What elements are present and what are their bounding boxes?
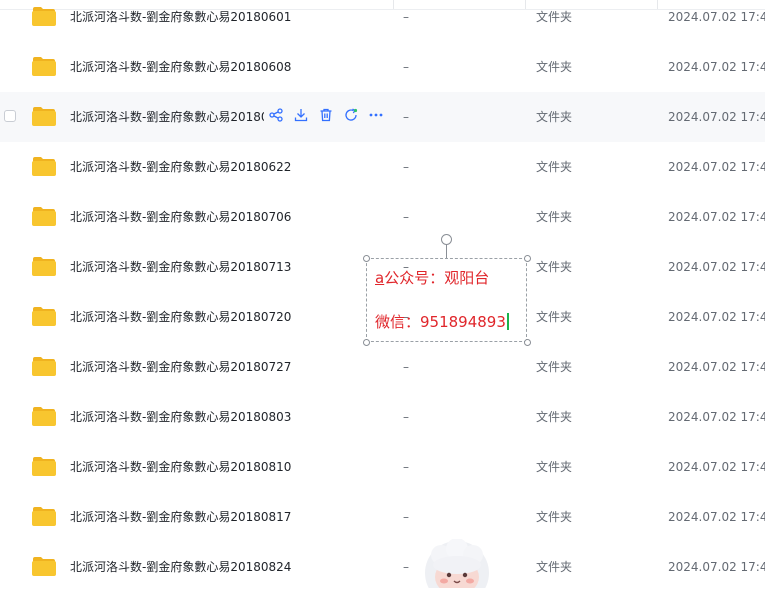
file-size: –: [403, 110, 409, 124]
file-size: –: [403, 560, 409, 574]
file-modified: 2024.07.02 17:47: [668, 560, 765, 574]
folder-icon: [31, 55, 57, 77]
file-name[interactable]: 北派河洛斗数-劉金府象數心易20180817: [70, 508, 291, 526]
file-row[interactable]: 北派河洛斗数-劉金府象數心易20180615 – 文件夹 2024.07.02 17:…: [0, 92, 765, 142]
file-size: –: [403, 10, 409, 24]
more-icon[interactable]: [367, 106, 385, 124]
folder-icon: [31, 555, 57, 577]
watermark-line-2[interactable]: 微信：951894893: [375, 312, 509, 332]
file-type: 文件夹: [536, 360, 573, 374]
file-type: 文件夹: [536, 560, 573, 574]
rotate-handle[interactable]: [441, 234, 452, 245]
file-name[interactable]: 北派河洛斗数-劉金府象數心易20180803: [70, 408, 291, 426]
file-row[interactable]: 北派河洛斗数-劉金府象數心易20180803 – 文件夹 2024.07.02 17:…: [0, 392, 765, 442]
file-row[interactable]: 北派河洛斗数-劉金府象數心易20180824 – 文件夹 2024.07.02 17:…: [0, 542, 765, 592]
file-size: –: [403, 460, 409, 474]
file-type: 文件夹: [536, 510, 573, 524]
file-modified: 2024.07.02 17:47: [668, 410, 765, 424]
folder-icon: [31, 5, 57, 27]
file-row[interactable]: 北派河洛斗数-劉金府象數心易20180622 – 文件夹 2024.07.02 17:…: [0, 142, 765, 192]
file-type: 文件夹: [536, 160, 573, 174]
file-modified: 2024.07.02 17:47: [668, 160, 765, 174]
file-type: 文件夹: [536, 110, 573, 124]
row-actions: [267, 106, 392, 124]
file-size: –: [403, 360, 409, 374]
row-checkbox[interactable]: [4, 110, 16, 122]
resize-handle-top-left[interactable]: [363, 255, 370, 262]
file-row[interactable]: 北派河洛斗数-劉金府象數心易20180706 – 文件夹 2024.07.02 17:…: [0, 192, 765, 242]
file-name[interactable]: 北派河洛斗数-劉金府象數心易20180608: [70, 58, 291, 76]
file-modified: 2024.07.02 17:47: [668, 360, 765, 374]
file-type: 文件夹: [536, 210, 573, 224]
file-name[interactable]: 北派河洛斗数-劉金府象數心易20180615: [70, 108, 264, 126]
assistant-mascot-icon[interactable]: [423, 539, 491, 588]
file-row[interactable]: 北派河洛斗数-劉金府象數心易20180810 – 文件夹 2024.07.02 17:…: [0, 442, 765, 492]
share-icon[interactable]: [267, 106, 285, 124]
file-type: 文件夹: [536, 310, 573, 324]
refresh-icon[interactable]: [342, 106, 360, 124]
file-type: 文件夹: [536, 10, 573, 24]
file-type: 文件夹: [536, 260, 573, 274]
file-size: –: [403, 60, 409, 74]
file-size: –: [403, 410, 409, 424]
file-row[interactable]: 北派河洛斗数-劉金府象數心易20180608 – 文件夹 2024.07.02 17:…: [0, 42, 765, 92]
file-row[interactable]: 北派河洛斗数-劉金府象數心易20180727 – 文件夹 2024.07.02 17:…: [0, 342, 765, 392]
file-modified: 2024.07.02 17:47: [668, 460, 765, 474]
file-modified: 2024.07.02 17:47: [668, 110, 765, 124]
file-modified: 2024.07.02 17:47: [668, 260, 765, 274]
folder-icon: [31, 355, 57, 377]
watermark-line-2-text: 微信：951894893: [375, 313, 506, 331]
file-size: –: [403, 210, 409, 224]
file-type: 文件夹: [536, 460, 573, 474]
file-name[interactable]: 北派河洛斗数-劉金府象數心易20180810: [70, 458, 291, 476]
file-name[interactable]: 北派河洛斗数-劉金府象數心易20180720: [70, 308, 291, 326]
file-modified: 2024.07.02 17:47: [668, 60, 765, 74]
file-type: 文件夹: [536, 410, 573, 424]
folder-icon: [31, 155, 57, 177]
resize-handle-top-right[interactable]: [524, 255, 531, 262]
rotate-line: [446, 244, 447, 258]
file-modified: 2024.07.02 17:47: [668, 10, 765, 24]
folder-icon: [31, 505, 57, 527]
file-modified: 2024.07.02 17:47: [668, 310, 765, 324]
resize-handle-bottom-left[interactable]: [363, 339, 370, 346]
folder-icon: [31, 305, 57, 327]
file-name[interactable]: 北派河洛斗数-劉金府象數心易20180713: [70, 258, 291, 276]
file-size: –: [403, 510, 409, 524]
file-row[interactable]: 北派河洛斗数-劉金府象數心易20180601 – 文件夹 2024.07.02 17:…: [0, 0, 765, 42]
file-size: –: [403, 160, 409, 174]
folder-icon: [31, 255, 57, 277]
download-icon[interactable]: [292, 106, 310, 124]
delete-icon[interactable]: [317, 106, 335, 124]
file-row[interactable]: 北派河洛斗数-劉金府象數心易20180817 – 文件夹 2024.07.02 17:…: [0, 492, 765, 542]
resize-handle-bottom-right[interactable]: [524, 339, 531, 346]
watermark-line-1-rest: 公众号：观阳台: [384, 269, 490, 287]
file-name[interactable]: 北派河洛斗数-劉金府象數心易20180706: [70, 208, 291, 226]
file-type: 文件夹: [536, 60, 573, 74]
file-name[interactable]: 北派河洛斗数-劉金府象數心易20180824: [70, 558, 291, 576]
file-name[interactable]: 北派河洛斗数-劉金府象數心易20180727: [70, 358, 291, 376]
file-modified: 2024.07.02 17:47: [668, 510, 765, 524]
folder-icon: [31, 405, 57, 427]
watermark-line-1[interactable]: a公众号：观阳台: [375, 268, 489, 288]
file-modified: 2024.07.02 17:47: [668, 210, 765, 224]
file-name[interactable]: 北派河洛斗数-劉金府象數心易20180601: [70, 8, 291, 26]
folder-icon: [31, 455, 57, 477]
watermark-line-1-first: a: [375, 269, 385, 287]
folder-icon: [31, 205, 57, 227]
folder-icon: [31, 105, 57, 127]
file-name[interactable]: 北派河洛斗数-劉金府象數心易20180622: [70, 158, 291, 176]
text-caret: [506, 313, 509, 330]
